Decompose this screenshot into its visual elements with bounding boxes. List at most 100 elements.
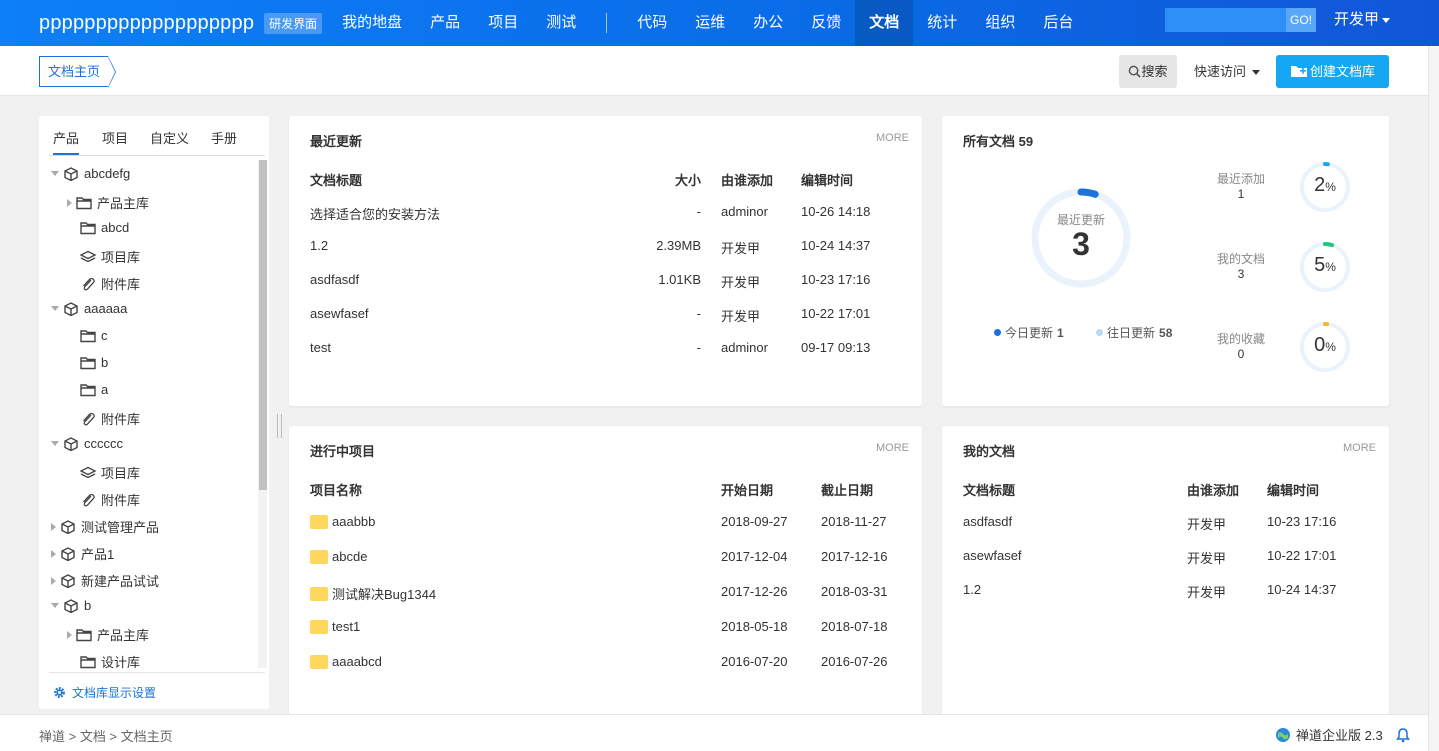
sidebar-tab[interactable]: 产品 — [53, 128, 80, 155]
table-cell[interactable]: aaaabcd — [310, 654, 382, 669]
caret-right-icon[interactable] — [51, 522, 56, 531]
more-link[interactable]: MORE — [876, 442, 909, 454]
tree-node[interactable]: 项目库 — [67, 463, 140, 482]
nav-item[interactable]: 项目 — [474, 0, 532, 46]
tree-node[interactable]: b — [67, 355, 108, 370]
tree-node-label: abcd — [101, 220, 130, 235]
more-link[interactable]: MORE — [876, 132, 909, 144]
project-name: aaaabcd — [332, 654, 382, 669]
table-cell[interactable]: asdfasdf — [310, 272, 359, 287]
bell-icon[interactable] — [1395, 727, 1411, 743]
version-info[interactable]: 禅道企业版 2.3 — [1275, 725, 1411, 744]
table-cell[interactable]: 1.2 — [310, 238, 328, 253]
tree-node[interactable]: c — [67, 328, 108, 343]
legend-label: 往日更新 — [1107, 326, 1156, 340]
caret-down-icon[interactable] — [51, 603, 59, 608]
tree-node[interactable]: 附件库 — [67, 274, 140, 293]
tree-node[interactable]: 产品主库 — [67, 193, 149, 212]
nav-item[interactable]: 文档 — [855, 0, 914, 46]
tree-node[interactable]: abcd — [67, 220, 129, 235]
tree-node[interactable]: 产品主库 — [67, 625, 149, 644]
breadcrumb-doc-home[interactable]: 文档主页 — [39, 56, 117, 88]
sidebar-tab[interactable]: 项目 — [102, 128, 128, 147]
sidebar-tab[interactable]: 自定义 — [150, 128, 189, 147]
more-link[interactable]: MORE — [1343, 442, 1376, 454]
nav-item[interactable]: 后台 — [1029, 0, 1087, 46]
nav-item[interactable]: 产品 — [416, 0, 474, 46]
folder-plus-icon — [1291, 66, 1307, 77]
caret-right-icon[interactable] — [67, 198, 72, 207]
table-cell: 开发甲 — [1187, 585, 1227, 600]
stat-percent: 5% — [1300, 254, 1350, 277]
table-cell[interactable]: asewfasef — [310, 306, 369, 321]
table-cell[interactable]: abcde — [310, 549, 367, 564]
brand-name[interactable]: ppppppppppppppppppp — [39, 12, 254, 35]
nav-item[interactable]: 办公 — [739, 0, 797, 46]
table-cell: 2018-07-18 — [821, 619, 888, 634]
search-go-button[interactable]: GO! — [1286, 8, 1316, 32]
stat-value: 0 — [1237, 347, 1245, 361]
tree-node[interactable]: 附件库 — [67, 409, 140, 428]
table-cell[interactable]: test1 — [310, 619, 360, 634]
doclib-settings-link[interactable]: 文档库显示设置 — [53, 684, 156, 701]
tree-node[interactable]: aaaaaa — [51, 301, 127, 316]
nav-item[interactable]: 代码 — [623, 0, 681, 46]
panel-title: 进行中项目 — [310, 444, 376, 459]
create-doclib-button[interactable]: 创建文档库 — [1276, 55, 1389, 88]
legend-item: 往日更新 58 — [1096, 324, 1172, 341]
table-cell[interactable]: test — [310, 340, 331, 355]
tree-node[interactable]: 项目库 — [67, 247, 140, 266]
table-cell[interactable]: asdfasdf — [963, 514, 1012, 529]
nav-item[interactable]: 组织 — [971, 0, 1029, 46]
table-header: 编辑时间 — [1267, 483, 1320, 498]
table-cell[interactable]: 测试解决Bug1344 — [310, 584, 436, 603]
globe-icon — [1276, 727, 1290, 742]
caret-down-icon[interactable] — [51, 441, 59, 446]
layers-icon — [80, 466, 96, 478]
nav-item[interactable]: 统计 — [913, 0, 971, 46]
active-projects-panel: 进行中项目 MORE 项目名称 开始日期 截止日期 aaabbb 2018-09-27 2… — [289, 426, 922, 716]
table-cell: 1.01KB — [658, 272, 701, 287]
tree-node[interactable]: cccccc — [51, 436, 123, 451]
nav-item[interactable]: 我的地盘 — [328, 0, 416, 46]
tree-node[interactable]: b — [51, 598, 91, 613]
tree-node-label: abcdefg — [84, 166, 131, 181]
gear-icon — [54, 687, 65, 698]
search-button[interactable]: 搜索 — [1119, 55, 1177, 88]
page-scrollbar[interactable] — [1428, 46, 1439, 751]
folder-icon — [310, 654, 328, 669]
caret-right-icon[interactable] — [51, 576, 56, 585]
nav-item[interactable]: 测试 — [532, 0, 590, 46]
stat-percent: 0% — [1300, 334, 1350, 357]
tree-node[interactable]: abcdefg — [51, 166, 130, 181]
tree-node[interactable]: 设计库 — [67, 652, 140, 671]
table-cell[interactable]: aaabbb — [310, 514, 375, 529]
sidebar-divider — [49, 672, 265, 673]
user-menu[interactable]: 开发甲 — [1334, 0, 1391, 40]
sidebar-scrollbar-thumb[interactable] — [259, 160, 267, 490]
tree-node[interactable]: a — [67, 382, 108, 397]
table-cell: - — [696, 204, 701, 219]
caret-down-icon[interactable] — [51, 171, 59, 176]
nav-item[interactable]: 反馈 — [797, 0, 855, 46]
tree-node[interactable]: 产品1 — [51, 544, 114, 563]
caret-down-icon[interactable] — [51, 306, 59, 311]
paperclip-icon — [83, 493, 95, 506]
tree-node[interactable]: 测试管理产品 — [51, 517, 159, 536]
caret-right-icon[interactable] — [67, 630, 72, 639]
table-cell[interactable]: asewfasef — [963, 548, 1022, 563]
caret-right-icon[interactable] — [51, 549, 56, 558]
table-cell[interactable]: 1.2 — [963, 582, 981, 597]
quick-access-dropdown[interactable]: 快速访问 — [1194, 55, 1261, 88]
tree-node[interactable]: 新建产品试试 — [51, 571, 159, 590]
nav-item[interactable]: 运维 — [681, 0, 739, 46]
sidebar-resize-handle[interactable] — [277, 414, 282, 438]
footer-breadcrumb[interactable]: 禅道 > 文档 > 文档主页 — [39, 726, 173, 745]
table-cell: 2017-12-16 — [821, 549, 888, 564]
dev-mode-badge[interactable]: 研发界面 — [264, 12, 323, 34]
tree-node[interactable]: 附件库 — [67, 490, 140, 509]
stat-label: 我的收藏 — [1216, 332, 1265, 346]
global-search-input[interactable] — [1165, 8, 1286, 32]
sidebar-tab[interactable]: 手册 — [211, 128, 237, 147]
table-cell[interactable]: 选择适合您的安装方法 — [310, 204, 440, 223]
